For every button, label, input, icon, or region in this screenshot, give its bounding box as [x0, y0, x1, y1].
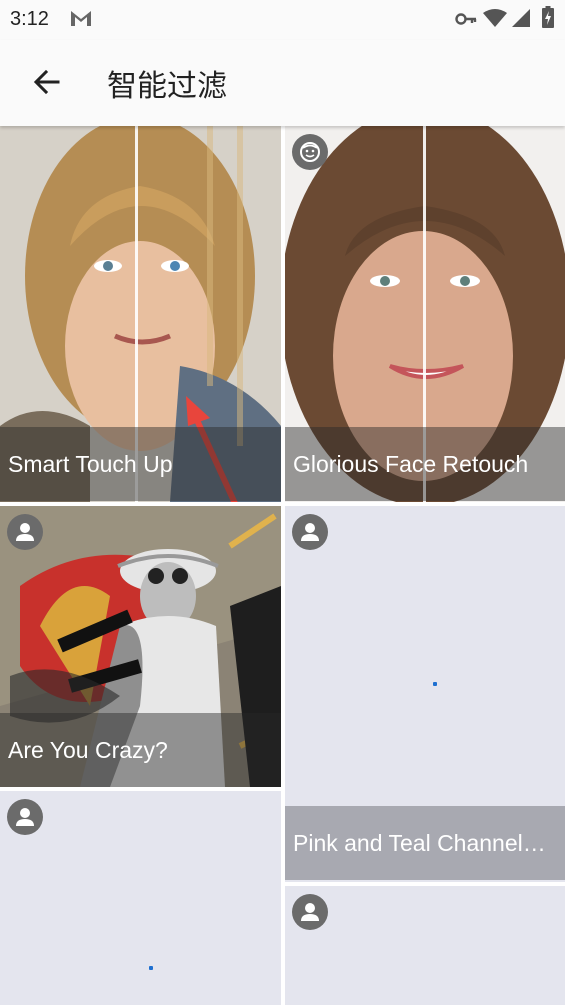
face-badge: [292, 134, 328, 170]
wifi-icon: [483, 9, 507, 27]
loading-spinner: [149, 966, 153, 970]
battery-icon: [542, 6, 554, 28]
status-bar: 3:12: [0, 0, 565, 40]
filter-tile-pink-and-teal-channel[interactable]: Pink and Teal Channel…: [285, 506, 565, 882]
page-title: 智能过滤: [107, 69, 227, 104]
arrow-left-icon: [33, 69, 60, 95]
filter-name-label: Pink and Teal Channel…: [293, 829, 546, 856]
person-badge: [292, 894, 328, 930]
app-bar: 智能过滤: [0, 40, 565, 126]
filter-name-label: Are You Crazy?: [8, 736, 168, 763]
person-badge: [7, 514, 43, 550]
status-time: 3:12: [10, 8, 49, 30]
filter-tile-smart-touch-up[interactable]: Smart Touch Up: [0, 126, 281, 502]
filter-name: Smart Touch Up: [0, 427, 281, 501]
filter-name-label: Smart Touch Up: [8, 450, 173, 477]
back-button[interactable]: [28, 62, 68, 102]
person-icon: [301, 903, 319, 921]
person-icon: [301, 523, 319, 541]
loading-spinner: [433, 682, 437, 686]
key-icon: [455, 13, 477, 25]
person-icon: [16, 523, 34, 541]
filter-tile-are-you-crazy[interactable]: Are You Crazy?: [0, 506, 281, 787]
gmail-icon: [71, 11, 91, 26]
person-badge: [7, 799, 43, 835]
signal-icon: [512, 9, 530, 27]
filter-tile-loading[interactable]: [0, 791, 281, 1005]
person-icon: [16, 808, 34, 826]
filter-tile-glorious-face-retouch[interactable]: Glorious Face Retouch: [285, 126, 565, 502]
filter-name: Pink and Teal Channel…: [285, 806, 565, 880]
filter-name-label: Glorious Face Retouch: [293, 450, 529, 477]
face-icon: [300, 142, 320, 162]
person-badge: [292, 514, 328, 550]
filter-grid: Smart Touch Up Glorious Face Retouch Are…: [0, 126, 565, 1005]
filter-tile-loading[interactable]: [285, 886, 565, 1005]
filter-name: Glorious Face Retouch: [285, 427, 565, 501]
filter-name: Are You Crazy?: [0, 713, 281, 787]
